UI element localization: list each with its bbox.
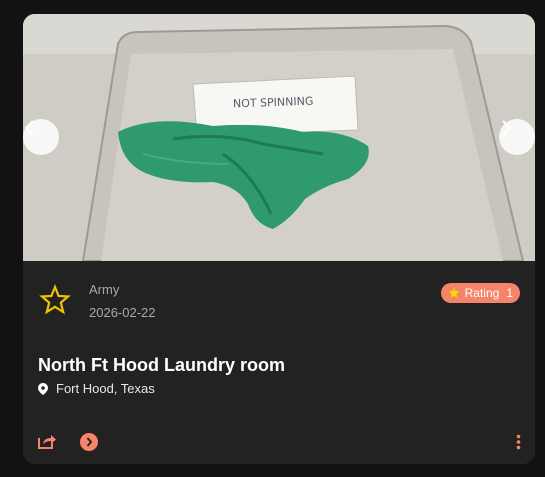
- prev-photo-button[interactable]: [23, 119, 59, 155]
- post-card: NOT SPINNING Army 2026-02-22 Rating 1 Nor…: [23, 14, 535, 464]
- photo-image: NOT SPINNING: [23, 14, 535, 261]
- post-date: 2026-02-22: [89, 305, 156, 320]
- rating-label: Rating: [464, 286, 500, 300]
- rating-badge: Rating 1: [440, 283, 520, 303]
- post-branch: Army: [89, 282, 120, 297]
- rating-value: 1: [506, 286, 513, 300]
- arrow-circle-right-icon[interactable]: [80, 433, 98, 451]
- post-location: Fort Hood, Texas: [38, 381, 155, 396]
- chevron-left-icon: [24, 120, 34, 136]
- chevron-right-icon: [502, 120, 512, 136]
- post-photo: NOT SPINNING: [23, 14, 535, 261]
- star-outline-icon: [39, 284, 71, 315]
- next-photo-button[interactable]: [499, 119, 535, 155]
- location-text: Fort Hood, Texas: [56, 381, 155, 396]
- post-title: North Ft Hood Laundry room: [38, 355, 285, 375]
- star-icon: [447, 286, 461, 299]
- share-icon[interactable]: [37, 432, 57, 450]
- map-pin-icon: [38, 382, 48, 395]
- more-vertical-icon[interactable]: [516, 434, 521, 450]
